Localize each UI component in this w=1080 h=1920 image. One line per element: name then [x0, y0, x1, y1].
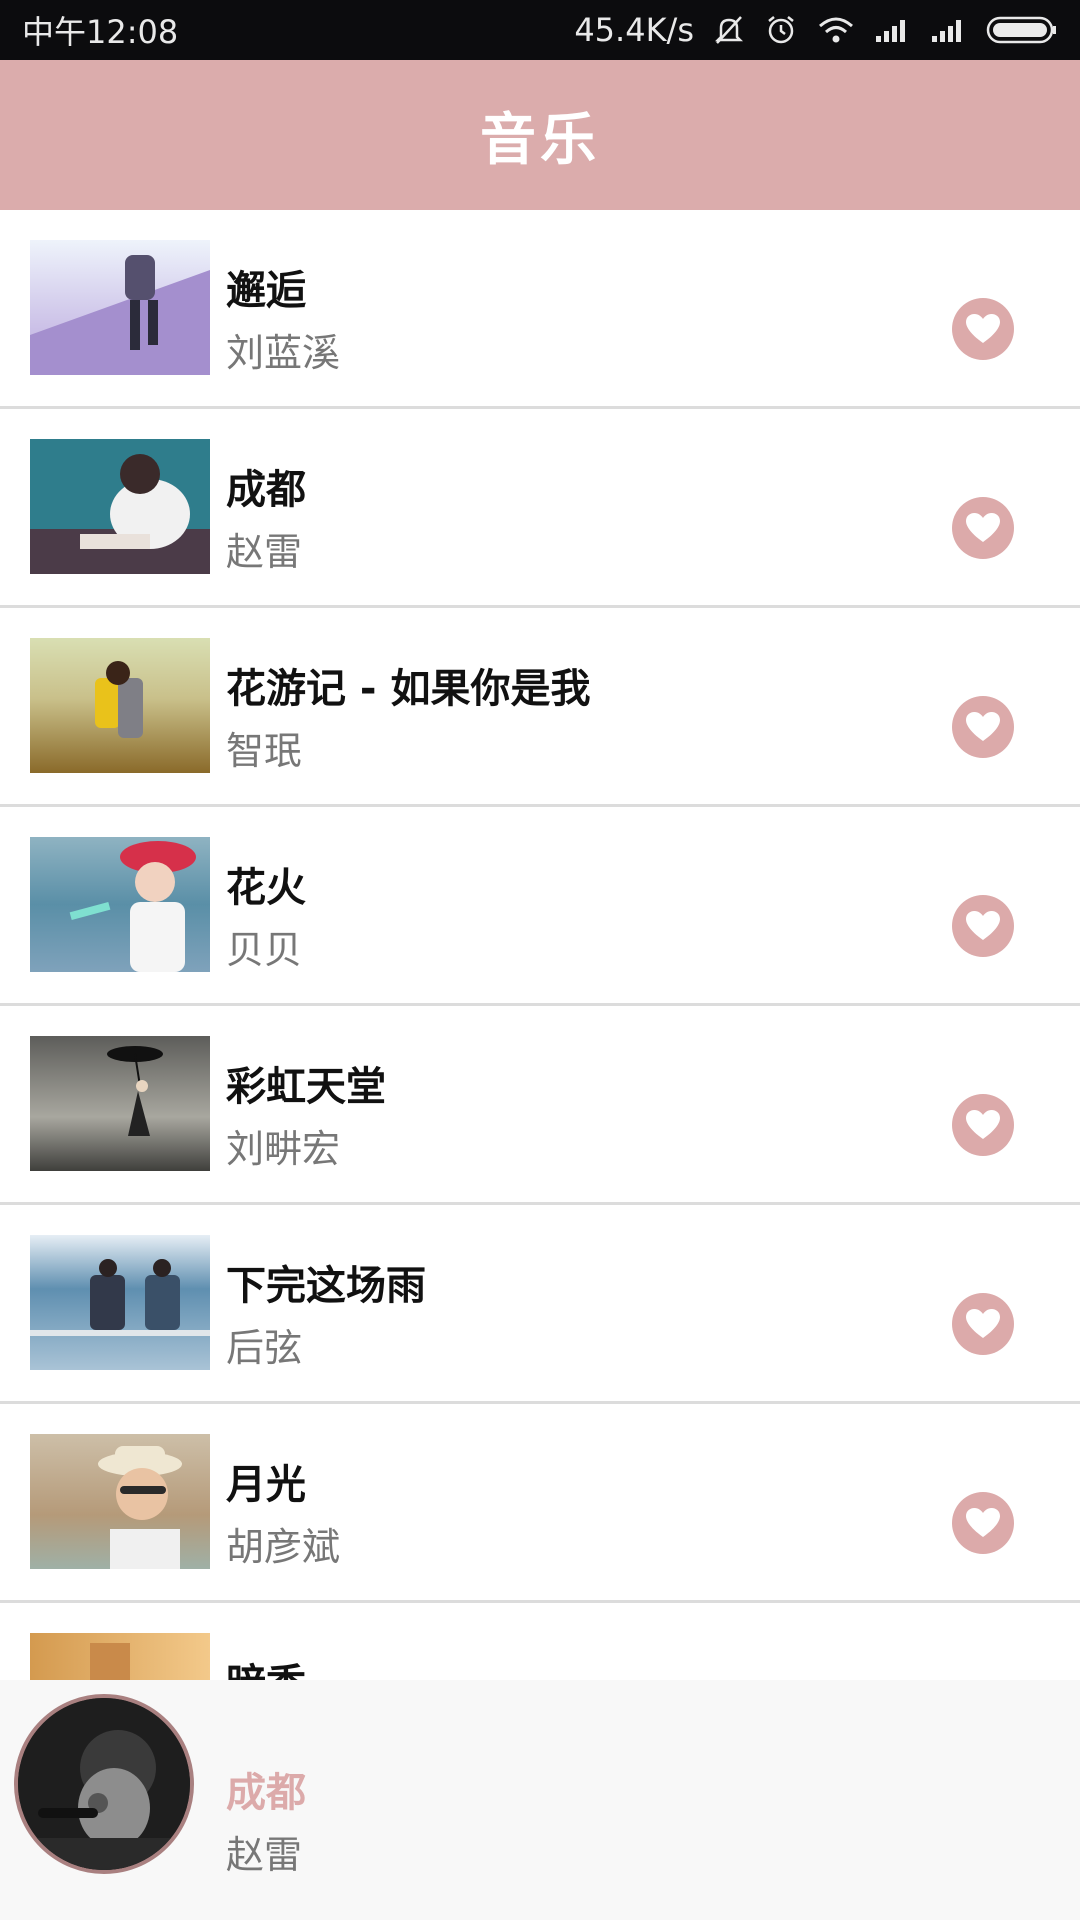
song-artist: 刘蓝溪 — [226, 331, 341, 375]
album-cover — [30, 1633, 210, 1680]
favorite-button[interactable] — [952, 497, 1014, 559]
wifi-icon — [816, 14, 856, 46]
favorite-button[interactable] — [952, 895, 1014, 957]
heart-icon — [966, 1110, 1000, 1139]
now-playing-artist: 赵雷 — [226, 1833, 303, 1877]
song-title: 花火 — [226, 865, 306, 911]
song-row[interactable]: 彩虹天堂 刘畊宏 — [0, 1006, 1080, 1205]
now-playing-bar[interactable]: 成都 赵雷 — [0, 1680, 1080, 1920]
song-title: 下完这场雨 — [226, 1263, 426, 1309]
battery-icon — [986, 15, 1058, 45]
favorite-button[interactable] — [952, 298, 1014, 360]
heart-icon — [966, 712, 1000, 741]
net-speed: 45.4K/s — [574, 11, 694, 49]
song-artist: 刘畊宏 — [226, 1127, 341, 1171]
heart-icon — [966, 1309, 1000, 1338]
status-icons: 45.4K/s — [574, 11, 1058, 49]
song-artist: 贝贝 — [226, 928, 303, 972]
song-row[interactable]: 下完这场雨 后弦 — [0, 1205, 1080, 1404]
album-cover — [30, 1434, 210, 1569]
signal-icon — [930, 16, 968, 44]
song-row[interactable]: 月光 胡彦斌 — [0, 1404, 1080, 1603]
album-cover — [30, 1036, 210, 1171]
status-time: 中午12:08 — [22, 13, 179, 51]
song-artist: 赵雷 — [226, 530, 303, 574]
song-row[interactable]: 暗香 — [0, 1603, 1080, 1680]
alarm-icon — [764, 13, 798, 47]
album-cover — [30, 638, 210, 773]
album-cover — [30, 240, 210, 375]
song-row[interactable]: 邂逅 刘蓝溪 — [0, 210, 1080, 409]
heart-icon — [966, 513, 1000, 542]
signal-icon — [874, 16, 912, 44]
song-row[interactable]: 花游记 - 如果你是我 智珉 — [0, 608, 1080, 807]
heart-icon — [966, 911, 1000, 940]
now-playing-cover[interactable] — [14, 1694, 194, 1874]
favorite-button[interactable] — [952, 1293, 1014, 1355]
album-cover — [30, 1235, 210, 1370]
status-bar: 中午12:08 45.4K/s — [0, 0, 1080, 60]
song-list[interactable]: 邂逅 刘蓝溪 成都 赵雷 花游记 - 如果你是我 智珉 花火 贝贝 彩虹天堂 刘… — [0, 210, 1080, 1680]
song-title: 月光 — [226, 1462, 306, 1508]
album-cover — [30, 439, 210, 574]
song-artist: 胡彦斌 — [226, 1525, 341, 1569]
song-title: 暗香 — [226, 1651, 306, 1680]
heart-icon — [966, 314, 1000, 343]
now-playing-title: 成都 — [226, 1770, 306, 1816]
album-cover — [30, 837, 210, 972]
favorite-button[interactable] — [952, 1492, 1014, 1554]
mute-bell-icon — [712, 13, 746, 47]
heart-icon — [966, 1508, 1000, 1537]
song-title: 邂逅 — [226, 268, 306, 314]
song-artist: 后弦 — [226, 1326, 303, 1370]
song-row[interactable]: 花火 贝贝 — [0, 807, 1080, 1006]
favorite-button[interactable] — [952, 1094, 1014, 1156]
song-title: 花游记 - 如果你是我 — [226, 666, 591, 712]
favorite-button[interactable] — [952, 696, 1014, 758]
app-header: 音乐 — [0, 60, 1080, 210]
song-title: 彩虹天堂 — [226, 1064, 386, 1110]
song-artist: 智珉 — [226, 729, 303, 773]
song-title: 成都 — [226, 467, 306, 513]
song-row[interactable]: 成都 赵雷 — [0, 409, 1080, 608]
page-title: 音乐 — [480, 107, 600, 173]
